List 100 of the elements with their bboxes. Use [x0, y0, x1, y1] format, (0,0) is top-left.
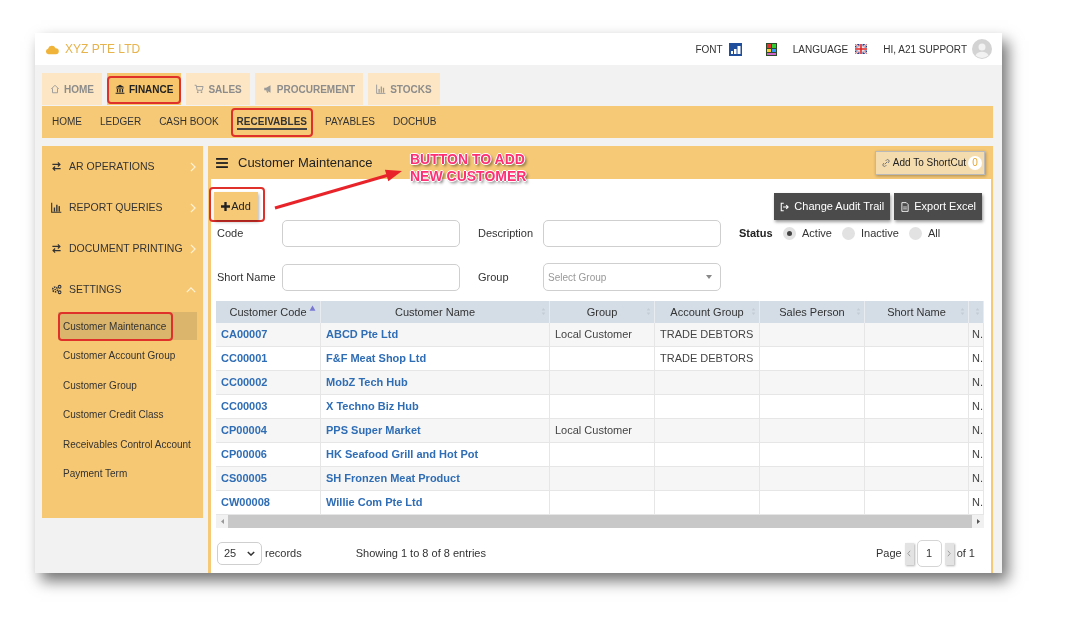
- customer-code-link[interactable]: CP00004: [216, 419, 321, 442]
- customer-code-link[interactable]: CA00007: [216, 323, 321, 346]
- radio-button[interactable]: [783, 227, 796, 240]
- customer-name-link[interactable]: MobZ Tech Hub: [321, 371, 550, 394]
- font-label: FONT: [695, 42, 723, 57]
- customer-code-link[interactable]: CP00006: [216, 443, 321, 466]
- subnav-link[interactable]: DOCHUB: [387, 106, 443, 138]
- customer-code-link[interactable]: CW00008: [216, 491, 321, 514]
- column-header[interactable]: [969, 301, 984, 323]
- sidebar-section[interactable]: AR OPERATIONS: [42, 146, 203, 187]
- records-label: records: [265, 546, 302, 562]
- scroll-right-icon: [976, 519, 980, 524]
- page-label: Page: [875, 546, 902, 562]
- sidebar-subitem[interactable]: Customer Credit Class: [58, 400, 197, 429]
- text-input[interactable]: [282, 263, 460, 291]
- column-header[interactable]: Customer Code: [216, 301, 321, 323]
- chevron-right-icon: [947, 550, 952, 557]
- customer-name-link[interactable]: PPS Super Market: [321, 419, 550, 442]
- radio-option[interactable]: Inactive: [841, 225, 899, 242]
- subnav-link[interactable]: HOME: [46, 106, 88, 138]
- nav-tab[interactable]: FINANCE: [107, 73, 182, 105]
- flag-icon: [855, 44, 868, 54]
- chevron-down-icon: [247, 551, 255, 556]
- column-header[interactable]: Customer Name: [321, 301, 550, 323]
- table-cell: N.: [969, 419, 984, 442]
- sidebar-section[interactable]: SETTINGS: [42, 269, 203, 310]
- scroll-right-button[interactable]: [972, 515, 984, 528]
- radio-option[interactable]: All: [908, 225, 941, 242]
- count-badge: 0: [968, 155, 982, 170]
- subnav-link[interactable]: PAYABLES: [319, 106, 381, 138]
- column-header[interactable]: Sales Person: [760, 301, 865, 323]
- field-label: Description: [478, 226, 535, 242]
- page-total-label: of 1: [956, 546, 975, 562]
- table-cell: N.: [969, 491, 984, 514]
- table-cell: N.: [969, 371, 984, 394]
- table-cell: N.: [969, 467, 984, 490]
- field-label: Short Name: [217, 269, 277, 285]
- column-header[interactable]: Account Group: [655, 301, 760, 323]
- page-number-field[interactable]: 1: [916, 540, 942, 567]
- toolbar-button[interactable]: Change Audit Trail: [774, 193, 891, 220]
- table-cell: TRADE DEBTORS: [655, 347, 760, 370]
- bar-chart-icon: [376, 84, 387, 94]
- bar-chart-icon: [51, 202, 62, 213]
- sidebar-section[interactable]: REPORT QUERIES: [42, 187, 203, 228]
- ascending-bars-tile-icon: [728, 42, 742, 56]
- scroll-left-button[interactable]: [216, 515, 228, 528]
- caret-down-icon: [706, 275, 712, 279]
- customer-name-link[interactable]: SH Fronzen Meat Product: [321, 467, 550, 490]
- customer-name-link[interactable]: HK Seafood Grill and Hot Pot: [321, 443, 550, 466]
- table-cell: N.: [969, 323, 984, 346]
- column-header[interactable]: Short Name: [865, 301, 969, 323]
- customer-name-link[interactable]: ABCD Pte Ltd: [321, 323, 550, 346]
- sidebar-subitem[interactable]: Receivables Control Account: [58, 430, 197, 459]
- column-header[interactable]: Group: [550, 301, 655, 323]
- customer-code-link[interactable]: CC00002: [216, 371, 321, 394]
- gears-icon: [51, 284, 62, 295]
- add-button[interactable]: Add: [214, 192, 258, 220]
- megaphone-icon: [262, 84, 273, 94]
- previous-page-button[interactable]: [904, 542, 914, 565]
- customer-code-link[interactable]: CC00001: [216, 347, 321, 370]
- arrow-box-icon: [780, 201, 791, 212]
- scroll-left-icon: [220, 519, 224, 524]
- sidebar-subitem[interactable]: Customer Group: [58, 371, 197, 400]
- company-name: XYZ PTE LTD: [65, 41, 141, 58]
- document-icon: [900, 201, 911, 212]
- add-shortcut-button[interactable]: Add To ShortCut 0: [874, 150, 985, 175]
- subnav-link[interactable]: CASH BOOK: [153, 106, 225, 138]
- table-cell: Local Customer: [550, 419, 655, 442]
- subnav-link[interactable]: RECEIVABLES: [230, 106, 313, 138]
- table-cell: N.: [969, 347, 984, 370]
- next-page-button[interactable]: [944, 542, 954, 565]
- cart-icon: [194, 84, 205, 94]
- entries-summary: Showing 1 to 8 of 8 entries: [355, 546, 486, 562]
- sidebar-subitem[interactable]: Payment Term: [58, 459, 197, 488]
- customer-name-link[interactable]: X Techno Biz Hub: [321, 395, 550, 418]
- language-label: LANGUAGE: [792, 42, 849, 57]
- sidebar-subitem[interactable]: Customer Maintenance: [58, 312, 197, 340]
- page-size-select[interactable]: 25: [217, 542, 262, 565]
- subnav-link[interactable]: LEDGER: [94, 106, 148, 138]
- table-cell: TRADE DEBTORS: [655, 323, 760, 346]
- exchange-arrows-icon: [51, 161, 62, 172]
- radio-option[interactable]: Active: [783, 225, 832, 242]
- customer-name-link[interactable]: F&F Meat Shop Ltd: [321, 347, 550, 370]
- status-label: Status: [739, 226, 774, 242]
- customer-code-link[interactable]: CC00003: [216, 395, 321, 418]
- radio-button[interactable]: [841, 227, 855, 240]
- sidebar-section[interactable]: DOCUMENT PRINTING: [42, 228, 203, 269]
- link-icon: [880, 157, 891, 168]
- customer-name-link[interactable]: Willie Com Pte Ltd: [321, 491, 550, 514]
- text-input[interactable]: [282, 220, 460, 247]
- table-cell: Local Customer: [550, 323, 655, 346]
- customer-code-link[interactable]: CS00005: [216, 467, 321, 490]
- exchange-arrows-icon: [51, 243, 62, 254]
- sidebar-subitem[interactable]: Customer Account Group: [58, 341, 197, 370]
- toolbar-button[interactable]: Export Excel: [894, 193, 982, 220]
- text-input[interactable]: [543, 220, 721, 247]
- table-cell: N.: [969, 443, 984, 466]
- scrollbar-thumb[interactable]: [228, 515, 972, 528]
- radio-button[interactable]: [908, 227, 922, 240]
- cloud-icon: [45, 43, 59, 55]
